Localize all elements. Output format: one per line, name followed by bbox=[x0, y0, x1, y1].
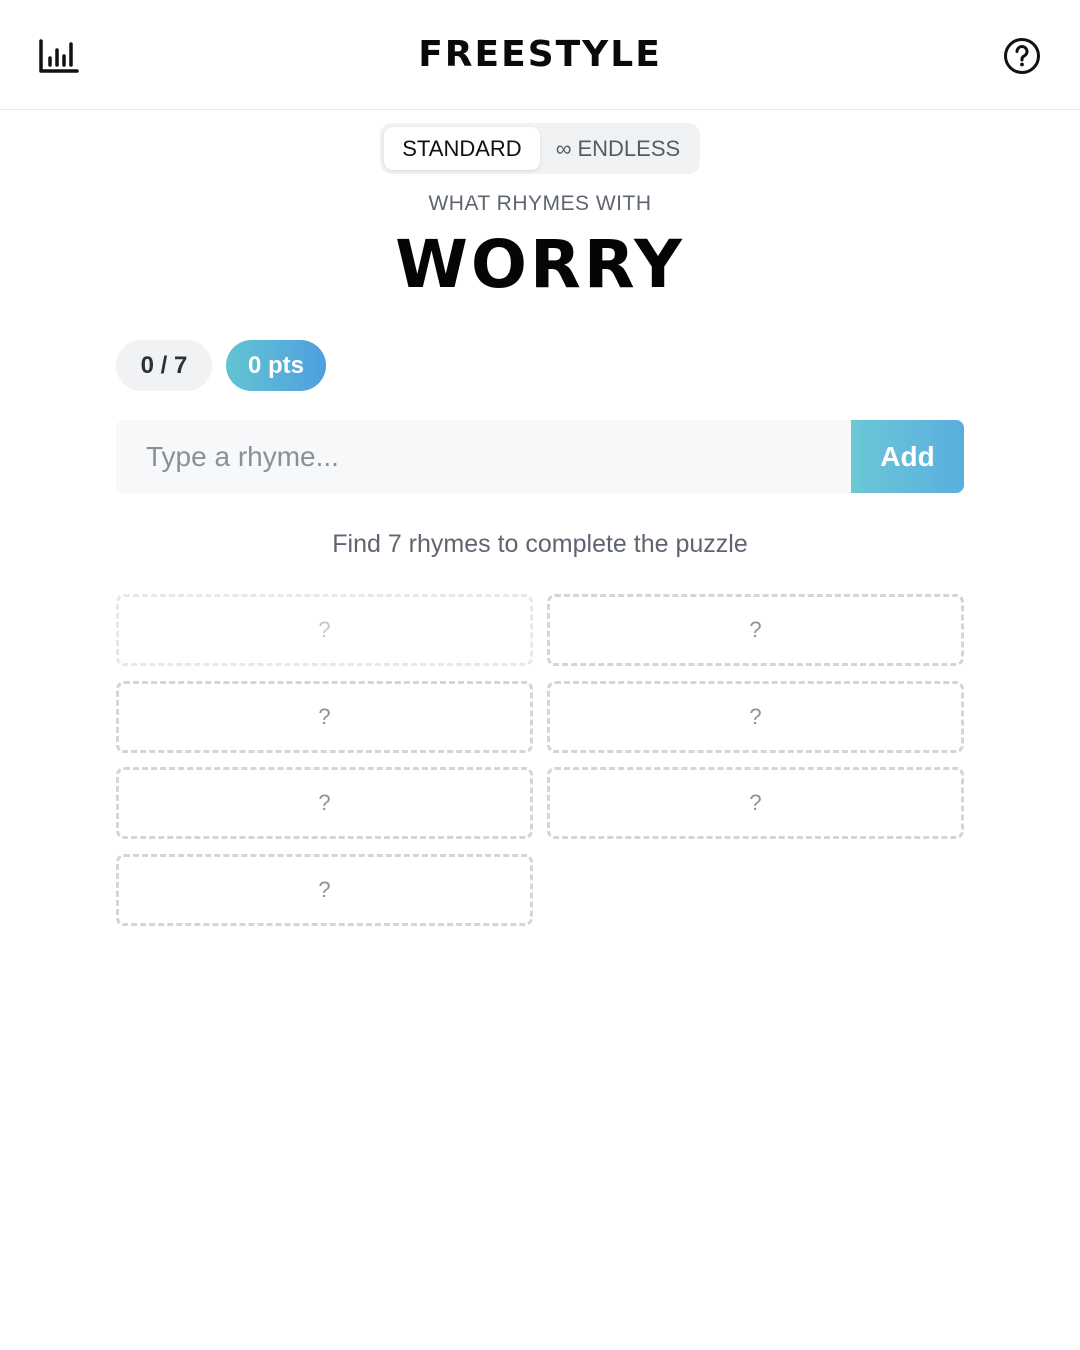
rhyme-input[interactable] bbox=[116, 420, 851, 493]
mode-standard-label: STANDARD bbox=[402, 135, 522, 161]
answer-slot: ? bbox=[547, 594, 964, 666]
add-button[interactable]: Add bbox=[851, 420, 964, 493]
answer-slot: ? bbox=[547, 767, 964, 839]
puzzle-hint: Find 7 rhymes to complete the puzzle bbox=[332, 530, 748, 558]
help-button[interactable] bbox=[1002, 36, 1042, 76]
rhyme-input-row: Add bbox=[116, 420, 964, 493]
answer-slot: ? bbox=[547, 681, 964, 753]
answer-slot: ? bbox=[116, 594, 533, 666]
infinity-icon: ∞ bbox=[555, 135, 572, 161]
answer-slot: ? bbox=[116, 854, 533, 926]
answer-slot: ? bbox=[116, 767, 533, 839]
help-circle-icon bbox=[1004, 38, 1040, 74]
mode-standard-tab[interactable]: STANDARD bbox=[384, 127, 540, 170]
mode-endless-tab[interactable]: ∞ ENDLESS bbox=[540, 127, 696, 170]
points-badge: 0 pts bbox=[226, 340, 326, 391]
target-word: WORRY bbox=[395, 226, 685, 303]
answer-slot: ? bbox=[116, 681, 533, 753]
prompt-label: WHAT RHYMES WITH bbox=[428, 192, 652, 215]
mode-toggle: STANDARD ∞ ENDLESS bbox=[380, 123, 700, 174]
app-header: FREESTYLE bbox=[0, 0, 1080, 110]
app-title: FREESTYLE bbox=[418, 34, 662, 75]
found-counter: 0 / 7 bbox=[116, 340, 212, 391]
mode-endless-label: ENDLESS bbox=[577, 135, 681, 161]
